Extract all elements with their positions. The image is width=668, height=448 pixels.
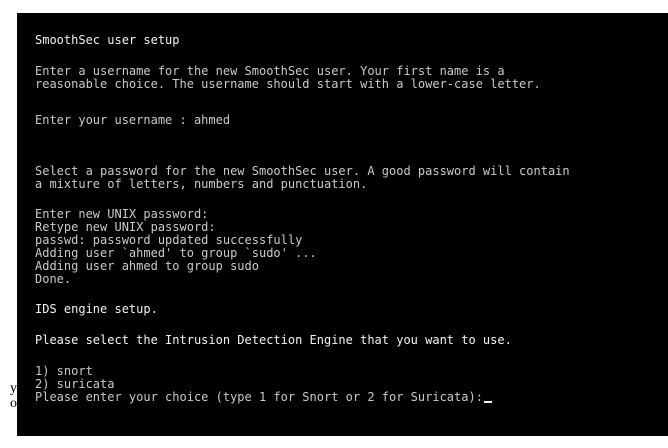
username-prompt: Enter your username : ahmed (35, 113, 231, 127)
page-edge-fragment: y (10, 381, 17, 396)
terminal-screen[interactable]: SmoothSec user setup Enter a username fo… (17, 13, 668, 436)
page-edge-text: y o (0, 381, 17, 448)
password-instruction-line-2: a mixture of letters, numbers and punctu… (35, 177, 368, 191)
page-edge-fragment: o (10, 396, 17, 411)
choice-prompt: Please enter your choice (type 1 for Sno… (35, 390, 483, 404)
username-instruction-line-2: reasonable choice. The username should s… (35, 77, 541, 91)
done-message: Done. (35, 272, 72, 286)
ids-select-instruction: Please select the Intrusion Detection En… (35, 333, 512, 347)
setup-title: SmoothSec user setup (35, 33, 180, 47)
ids-setup-heading: IDS engine setup. (35, 302, 158, 316)
choice-prompt-line[interactable]: Please enter your choice (type 1 for Sno… (35, 391, 492, 404)
text-cursor (483, 401, 492, 403)
